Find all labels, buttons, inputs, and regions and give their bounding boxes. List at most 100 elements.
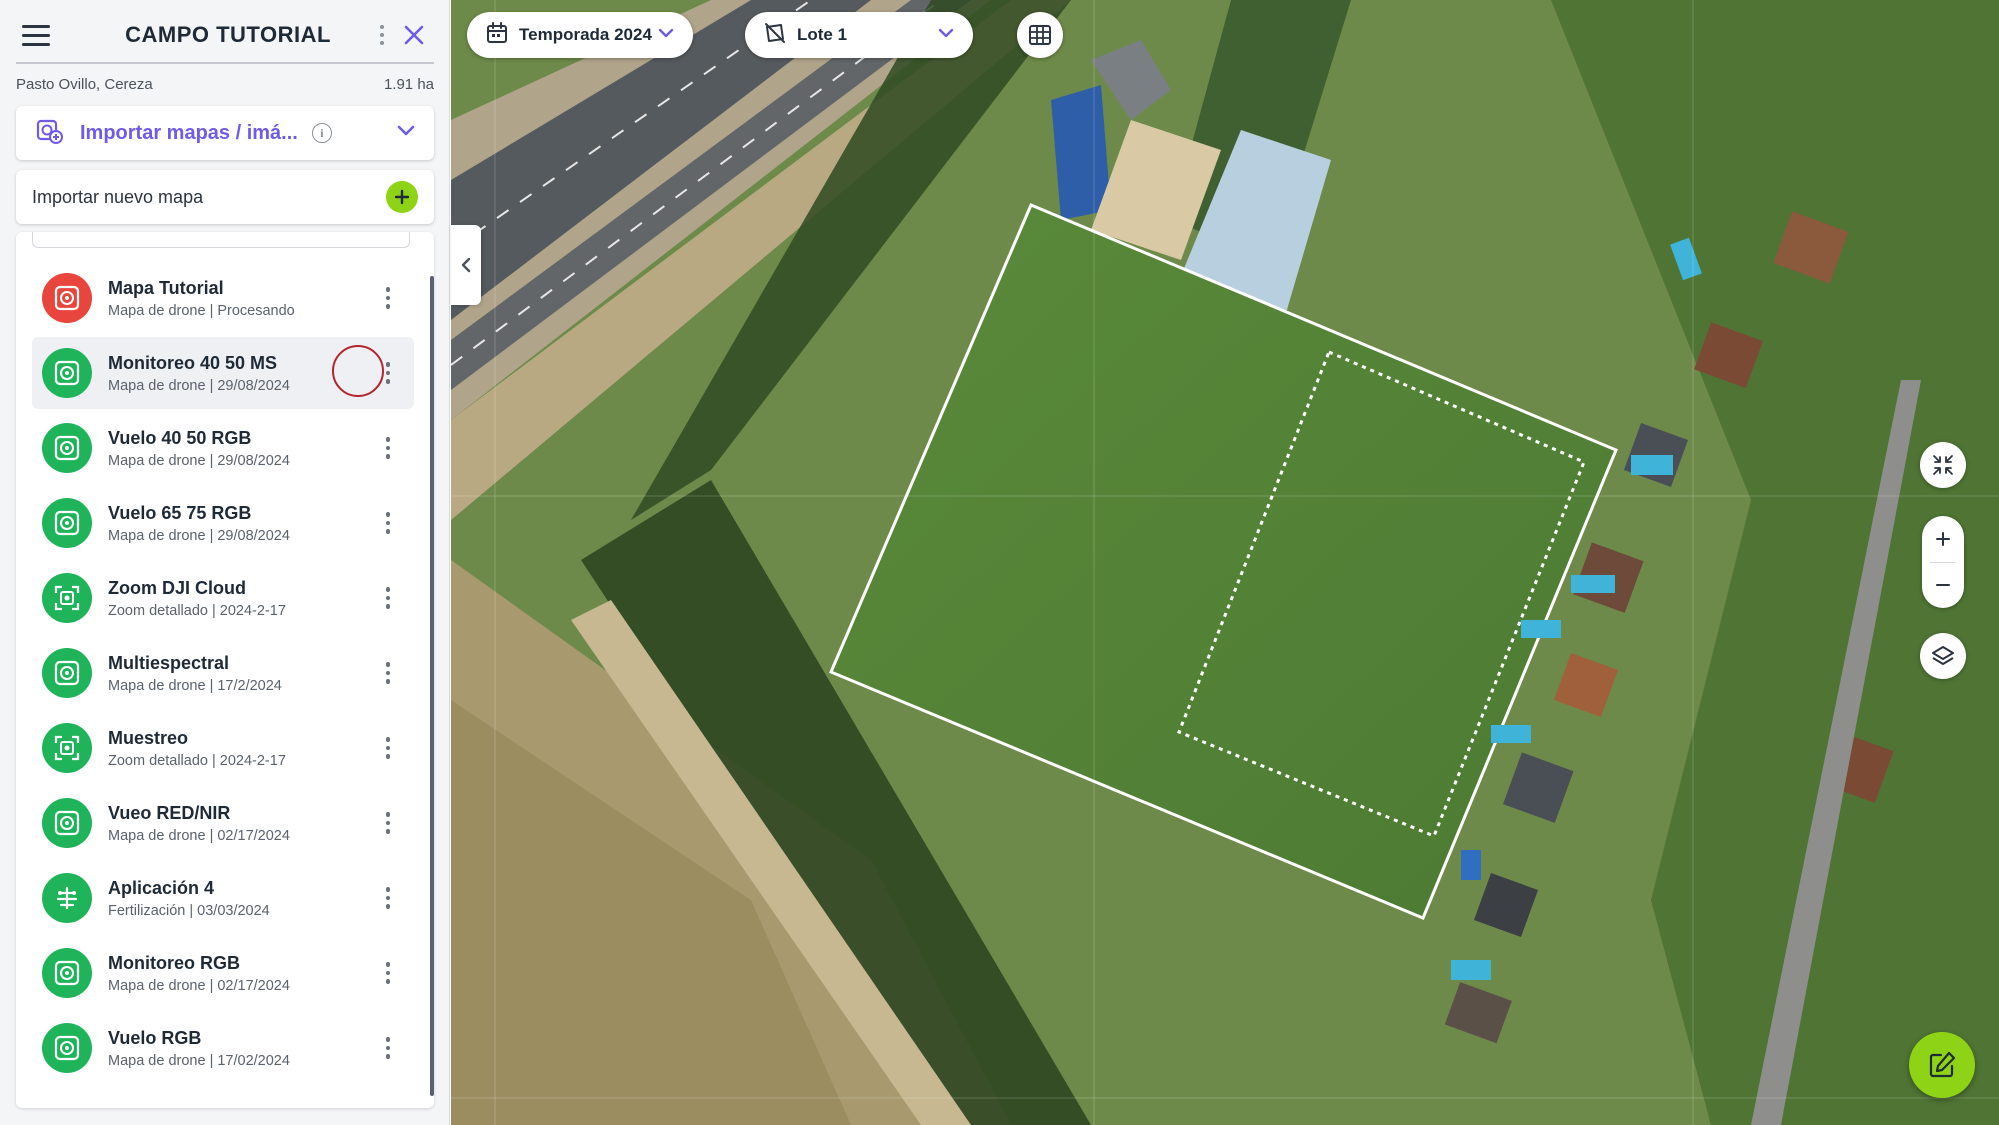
more-options-icon[interactable]: [378, 805, 398, 841]
map-name: Zoom DJI Cloud: [108, 577, 246, 598]
layers-icon: [1932, 646, 1954, 665]
more-options-icon[interactable]: [378, 505, 398, 541]
list-item-text: Zoom DJI Cloud Zoom detallado | 2024-2-17: [108, 578, 286, 619]
more-options-icon[interactable]: [378, 655, 398, 691]
list-item[interactable]: Mapa Tutorial Mapa de drone | Procesando: [32, 262, 414, 334]
list-item[interactable]: Monitoreo 40 50 MS Mapa de drone | 29/08/…: [32, 337, 414, 409]
map-view[interactable]: Temporada 2024 Lote 1: [451, 0, 1999, 1125]
list-item-text: Monitoreo 40 50 MS Mapa de drone | 29/08/…: [108, 353, 290, 394]
map-subtitle: Mapa de drone | Procesando: [108, 302, 295, 319]
map-subtitle: Zoom detallado | 2024-2-17: [108, 602, 286, 619]
more-options-icon[interactable]: [370, 17, 394, 53]
zoom-in-button[interactable]: [1922, 516, 1964, 562]
collapse-sidebar-button[interactable]: [451, 225, 481, 305]
field-polygon-icon: [763, 21, 787, 50]
list-item-text: Vuelo RGB Mapa de drone | 17/02/2024: [108, 1028, 290, 1069]
chevron-down-icon[interactable]: [396, 124, 416, 143]
drone-map-icon: [42, 273, 92, 323]
list-item-text: Monitoreo RGB Mapa de drone | 02/17/2024: [108, 953, 290, 994]
more-options-icon[interactable]: [378, 730, 398, 766]
list-item-text: Aplicación 4 Fertilización | 03/03/2024: [108, 878, 270, 919]
minus-icon: [1936, 584, 1950, 587]
add-map-button[interactable]: [386, 181, 418, 213]
close-icon[interactable]: [394, 15, 434, 55]
edit-icon: [1929, 1051, 1956, 1078]
list-item[interactable]: Zoom DJI Cloud Zoom detallado | 2024-2-17: [32, 562, 414, 634]
app-root: CAMPO TUTORIAL Pasto Ovillo, Cereza 1.91…: [0, 0, 1999, 1125]
map-name: Vuelo 40 50 RGB: [108, 427, 252, 448]
map-name: Monitoreo RGB: [108, 952, 240, 973]
map-subtitle: Mapa de drone | 29/08/2024: [108, 452, 290, 469]
more-options-icon[interactable]: [378, 1030, 398, 1066]
lot-selector[interactable]: Lote 1: [745, 12, 973, 58]
more-options-icon[interactable]: [378, 280, 398, 316]
calendar-icon: [485, 21, 509, 50]
drone-map-icon: [42, 348, 92, 398]
map-name: Mapa Tutorial: [108, 277, 224, 298]
selection-ring-icon[interactable]: [332, 345, 384, 397]
more-options-icon[interactable]: [378, 880, 398, 916]
list-item[interactable]: Vuelo 65 75 RGB Mapa de drone | 29/08/202…: [32, 487, 414, 559]
map-name: Aplicación 4: [108, 877, 215, 898]
search-input[interactable]: [32, 232, 410, 248]
fit-extent-button[interactable]: [1920, 442, 1966, 488]
import-maps-label: Importar mapas / imá...: [80, 121, 298, 144]
drone-map-icon: [42, 648, 92, 698]
list-item[interactable]: Monitoreo RGB Mapa de drone | 02/17/2024: [32, 937, 414, 1009]
import-new-map-label: Importar nuevo mapa: [32, 186, 204, 207]
list-item[interactable]: Muestreo Zoom detallado | 2024-2-17: [32, 712, 414, 784]
fertilization-icon: [42, 873, 92, 923]
list-item-text: Vueo RED/NIR Mapa de drone | 02/17/2024: [108, 803, 290, 844]
table-view-button[interactable]: [1017, 12, 1063, 58]
drone-map-icon: [42, 498, 92, 548]
layers-button[interactable]: [1920, 633, 1966, 679]
list-item[interactable]: Vuelo 40 50 RGB Mapa de drone | 29/08/202…: [32, 412, 414, 484]
menu-icon[interactable]: [16, 15, 56, 55]
list-item-text: Multiespectral Mapa de drone | 17/2/2024: [108, 653, 282, 694]
season-label: Temporada 2024: [519, 25, 652, 44]
field-info: Pasto Ovillo, Cereza 1.91 ha: [16, 76, 434, 93]
chevron-left-icon: [461, 257, 471, 273]
list-item[interactable]: Vuelo RGB Mapa de drone | 17/02/2024: [32, 1012, 414, 1084]
table-icon: [1029, 25, 1051, 45]
map-name: Muestreo: [108, 727, 189, 748]
more-options-icon[interactable]: [378, 355, 398, 391]
map-list: Mapa Tutorial Mapa de drone | Procesando M…: [16, 232, 434, 1108]
map-subtitle: Mapa de drone | 02/17/2024: [108, 827, 290, 844]
season-selector[interactable]: Temporada 2024: [467, 12, 693, 58]
drone-map-icon: [42, 798, 92, 848]
scrollbar[interactable]: [430, 276, 434, 1096]
edit-button[interactable]: [1909, 1032, 1975, 1098]
info-icon[interactable]: i: [311, 123, 332, 143]
list-item[interactable]: Vueo RED/NIR Mapa de drone | 02/17/2024: [32, 787, 414, 859]
zoom-out-button[interactable]: [1922, 562, 1964, 608]
lot-label: Lote 1: [797, 25, 848, 44]
map-subtitle: Mapa de drone | 29/08/2024: [108, 527, 290, 544]
chevron-down-icon: [937, 26, 955, 44]
field-crops: Pasto Ovillo, Cereza: [16, 76, 153, 93]
list-item-text: Vuelo 40 50 RGB Mapa de drone | 29/08/202…: [108, 428, 290, 469]
map-subtitle: Mapa de drone | 17/02/2024: [108, 1052, 290, 1069]
collapse-arrows-icon: [1933, 455, 1953, 475]
list-item[interactable]: Aplicación 4 Fertilización | 03/03/2024: [32, 862, 414, 934]
import-new-map-row[interactable]: Importar nuevo mapa: [16, 170, 434, 224]
map-name: Vueo RED/NIR: [108, 802, 231, 823]
list-item-text: Vuelo 65 75 RGB Mapa de drone | 29/08/202…: [108, 503, 290, 544]
page-title: CAMPO TUTORIAL: [125, 22, 331, 47]
sidebar-header: CAMPO TUTORIAL: [16, 8, 434, 64]
map-name: Vuelo RGB: [108, 1027, 202, 1048]
more-options-icon[interactable]: [378, 430, 398, 466]
map-name: Monitoreo 40 50 MS: [108, 352, 278, 373]
more-options-icon[interactable]: [378, 580, 398, 616]
list-item-text: Muestreo Zoom detallado | 2024-2-17: [108, 728, 286, 769]
drone-map-icon: [42, 1023, 92, 1073]
import-maps-dropdown[interactable]: Importar mapas / imá... i: [16, 106, 434, 160]
map-name: Vuelo 65 75 RGB: [108, 502, 252, 523]
list-item[interactable]: Multiespectral Mapa de drone | 17/2/2024: [32, 637, 414, 709]
sidebar: CAMPO TUTORIAL Pasto Ovillo, Cereza 1.91…: [0, 0, 450, 1125]
drone-map-icon: [42, 423, 92, 473]
import-maps-icon: [34, 116, 64, 151]
map-subtitle: Mapa de drone | 29/08/2024: [108, 377, 290, 394]
plus-icon: [1936, 531, 1950, 546]
more-options-icon[interactable]: [378, 955, 398, 991]
